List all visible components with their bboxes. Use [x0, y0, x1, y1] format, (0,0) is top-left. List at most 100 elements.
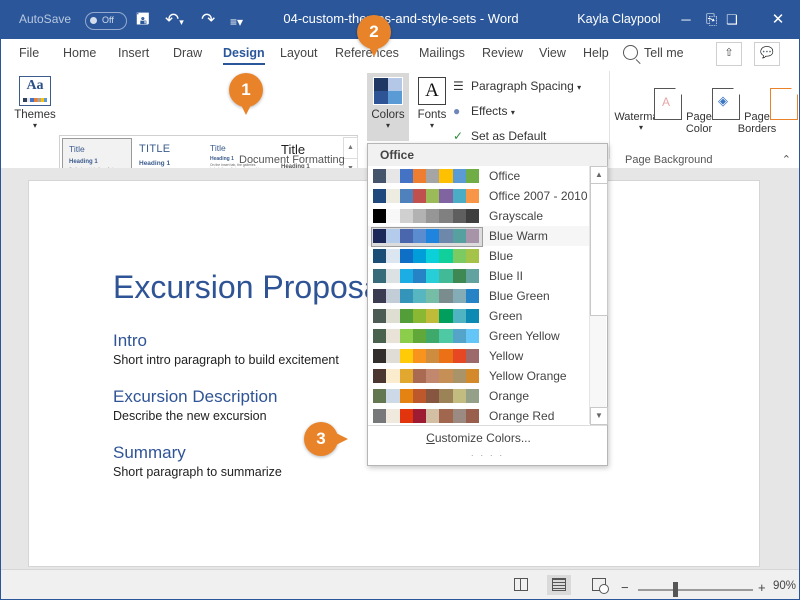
- tab-insert[interactable]: Insert: [118, 39, 149, 67]
- color-swatch: [373, 349, 387, 363]
- color-scheme-item[interactable]: Orange: [368, 386, 589, 406]
- color-swatch: [465, 329, 479, 343]
- color-swatch: [452, 349, 466, 363]
- color-scheme-item[interactable]: Grayscale: [368, 206, 589, 226]
- paragraph-spacing-button[interactable]: ☰ Paragraph Spacing ▾: [453, 79, 581, 93]
- set-as-default-icon: ✓: [453, 129, 464, 143]
- themes-button[interactable]: Aa Themes ▾: [11, 73, 59, 141]
- watermark-caret-icon[interactable]: ▾: [613, 123, 669, 132]
- theme-fonts-caret-icon[interactable]: ▾: [411, 121, 453, 130]
- zoom-slider-track[interactable]: [638, 589, 753, 591]
- color-swatch: [373, 369, 387, 383]
- user-name[interactable]: Kayla Claypool: [577, 12, 660, 26]
- web-layout-icon[interactable]: [587, 575, 611, 595]
- tab-help[interactable]: Help: [583, 39, 609, 67]
- page-borders-button[interactable]: Page Borders: [729, 73, 798, 141]
- set-as-default-button[interactable]: ✓ Set as Default: [453, 129, 546, 143]
- theme-colors-caret-icon[interactable]: ▾: [367, 121, 409, 130]
- dropdown-header: Office: [368, 144, 607, 166]
- color-swatch: [373, 249, 387, 263]
- callout-badge-2: 2: [357, 15, 391, 57]
- maximize-button[interactable]: ❑: [709, 1, 755, 39]
- collapse-ribbon-icon[interactable]: ⌃: [782, 153, 791, 166]
- close-button[interactable]: ✕: [755, 1, 799, 39]
- watermark-button[interactable]: A Watermark ▾: [613, 73, 682, 141]
- tell-me-search[interactable]: Tell me: [644, 39, 684, 67]
- dropdown-resize-grip[interactable]: · · · ·: [368, 450, 607, 460]
- color-scheme-swatches: [373, 409, 479, 423]
- zoom-slider-thumb[interactable]: [673, 582, 678, 597]
- page-color-button[interactable]: ◈ Page Color: [671, 73, 740, 141]
- color-swatch: [439, 269, 453, 283]
- dropdown-scrollbar[interactable]: ▲ ▼: [589, 166, 608, 425]
- color-swatch: [373, 389, 387, 403]
- minimize-button[interactable]: ─: [663, 1, 709, 39]
- tab-file[interactable]: File: [19, 39, 39, 67]
- zoom-in-button[interactable]: +: [758, 580, 766, 595]
- tab-home[interactable]: Home: [63, 39, 96, 67]
- paragraph-spacing-label: Paragraph Spacing: [471, 79, 574, 93]
- effects-caret-icon[interactable]: ▾: [511, 108, 515, 117]
- theme-colors-dropdown[interactable]: Office Office Office 2007 - 2010 Grayscale…: [367, 143, 608, 466]
- zoom-out-button[interactable]: −: [621, 580, 629, 595]
- color-swatch: [386, 169, 400, 183]
- color-scheme-item[interactable]: Office 2007 - 2010: [368, 186, 589, 206]
- color-scheme-item[interactable]: Yellow: [368, 346, 589, 366]
- comment-icon[interactable]: 💬: [754, 42, 780, 66]
- themes-caret-icon[interactable]: ▾: [11, 121, 59, 130]
- color-swatch: [373, 169, 387, 183]
- callout-badge-1: 1: [229, 73, 263, 115]
- tab-layout[interactable]: Layout: [280, 39, 318, 67]
- share-icon[interactable]: ⇧: [716, 42, 742, 66]
- color-swatch: [465, 369, 479, 383]
- color-swatch: [399, 229, 413, 243]
- gallery-scroll-up-icon[interactable]: ▲: [343, 137, 358, 160]
- color-swatch: [412, 189, 426, 203]
- scrollbar-thumb[interactable]: [590, 183, 608, 316]
- color-swatch: [399, 189, 413, 203]
- tab-view[interactable]: View: [539, 39, 566, 67]
- color-scheme-item[interactable]: Green: [368, 306, 589, 326]
- theme-fonts-button[interactable]: A Fonts ▾: [411, 73, 453, 141]
- color-swatch: [452, 369, 466, 383]
- zoom-level-label[interactable]: 90%: [773, 580, 796, 592]
- color-scheme-item[interactable]: Blue Warm: [368, 226, 589, 247]
- theme-colors-button[interactable]: Colors ▾: [367, 73, 409, 141]
- color-scheme-label: Blue: [489, 249, 514, 263]
- read-mode-icon[interactable]: [509, 575, 533, 595]
- color-swatch: [426, 189, 440, 203]
- tab-mailings[interactable]: Mailings: [419, 39, 465, 67]
- tab-review[interactable]: Review: [482, 39, 523, 67]
- tab-draw[interactable]: Draw: [173, 39, 202, 67]
- color-scheme-item[interactable]: Blue Green: [368, 286, 589, 306]
- color-swatch: [412, 409, 426, 423]
- color-swatch: [452, 289, 466, 303]
- customize-colors-item[interactable]: Customize Colors...: [368, 426, 589, 450]
- color-swatch: [399, 169, 413, 183]
- color-swatch: [452, 249, 466, 263]
- color-swatch: [386, 289, 400, 303]
- color-scheme-item[interactable]: Blue: [368, 246, 589, 266]
- color-swatch: [412, 229, 426, 243]
- color-swatch: [373, 269, 387, 283]
- effects-button[interactable]: ● Effects ▾: [453, 104, 515, 118]
- color-swatch: [386, 409, 400, 423]
- color-scheme-item[interactable]: Green Yellow: [368, 326, 589, 346]
- print-layout-icon[interactable]: [547, 575, 571, 595]
- color-scheme-item[interactable]: Yellow Orange: [368, 366, 589, 386]
- tab-design[interactable]: Design: [223, 39, 265, 67]
- color-swatch: [426, 289, 440, 303]
- color-swatch: [439, 209, 453, 223]
- scroll-up-icon[interactable]: ▲: [590, 166, 608, 184]
- color-scheme-item[interactable]: Blue II: [368, 266, 589, 286]
- color-swatch: [439, 389, 453, 403]
- color-swatch: [399, 309, 413, 323]
- color-swatch: [465, 289, 479, 303]
- paragraph-spacing-caret-icon[interactable]: ▾: [577, 83, 581, 92]
- color-scheme-item[interactable]: Office: [368, 166, 589, 186]
- color-scheme-label: Yellow Orange: [489, 369, 567, 383]
- color-swatch: [412, 269, 426, 283]
- scroll-down-icon[interactable]: ▼: [590, 407, 608, 425]
- color-scheme-item[interactable]: Orange Red: [368, 406, 589, 424]
- color-scheme-list[interactable]: Office Office 2007 - 2010 Grayscale Blue Wa…: [368, 166, 589, 424]
